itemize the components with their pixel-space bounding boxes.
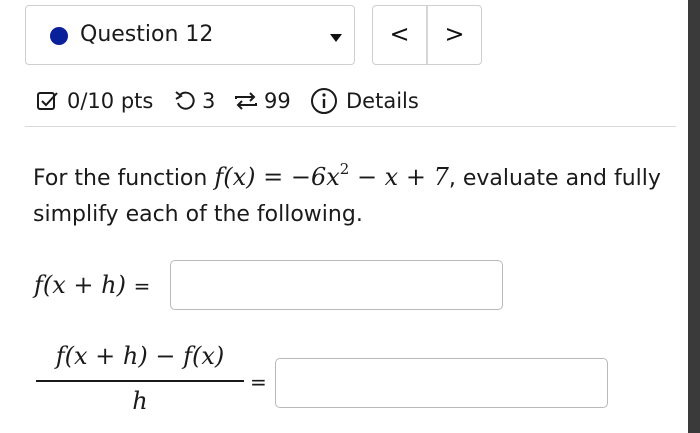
question-prompt: For the function f(x) = −6x2 − x + 7, ev… — [33, 153, 673, 233]
part1-expression: f(x + h) = — [34, 268, 150, 303]
part1-answer-input[interactable] — [170, 260, 503, 310]
question-nav: < > — [372, 5, 482, 65]
attempts-count: 3 — [202, 89, 216, 113]
submissions-count: 99 — [264, 89, 291, 113]
part1-lhs: f(x + h) — [34, 271, 126, 299]
fraction-numerator: f(x + h) − f(x) — [55, 342, 225, 370]
info-icon[interactable] — [310, 87, 338, 123]
question-label: Question 12 — [80, 22, 214, 47]
next-question-button[interactable]: > — [428, 6, 481, 64]
function-eq: = −6x — [255, 163, 340, 191]
question-status-dot — [50, 27, 68, 45]
prompt-text-before: For the function — [33, 166, 215, 191]
divider — [25, 126, 676, 127]
difference-quotient: f(x + h) − f(x) h — [34, 339, 246, 419]
part2-equals: = — [250, 370, 267, 394]
details-link[interactable]: Details — [346, 86, 419, 116]
part2-answer-input[interactable] — [275, 358, 608, 408]
fraction-bar — [36, 380, 244, 382]
part1-equals: = — [133, 274, 151, 298]
function-rest: − x + 7 — [349, 163, 449, 191]
retry-icon — [174, 90, 198, 120]
repeat-icon — [232, 90, 260, 120]
function-definition: f(x) = −6x2 − x + 7 — [214, 160, 449, 191]
function-lhs: f(x) — [214, 163, 256, 191]
previous-question-button[interactable]: < — [373, 6, 426, 64]
fraction-denominator: h — [132, 387, 148, 415]
checkbox-icon — [36, 90, 60, 120]
question-select[interactable]: Question 12 — [25, 5, 355, 65]
caret-down-icon[interactable] — [330, 34, 342, 42]
score-text: 0/10 pts — [67, 89, 154, 113]
window-edge — [688, 0, 700, 433]
function-exponent: 2 — [339, 160, 350, 178]
